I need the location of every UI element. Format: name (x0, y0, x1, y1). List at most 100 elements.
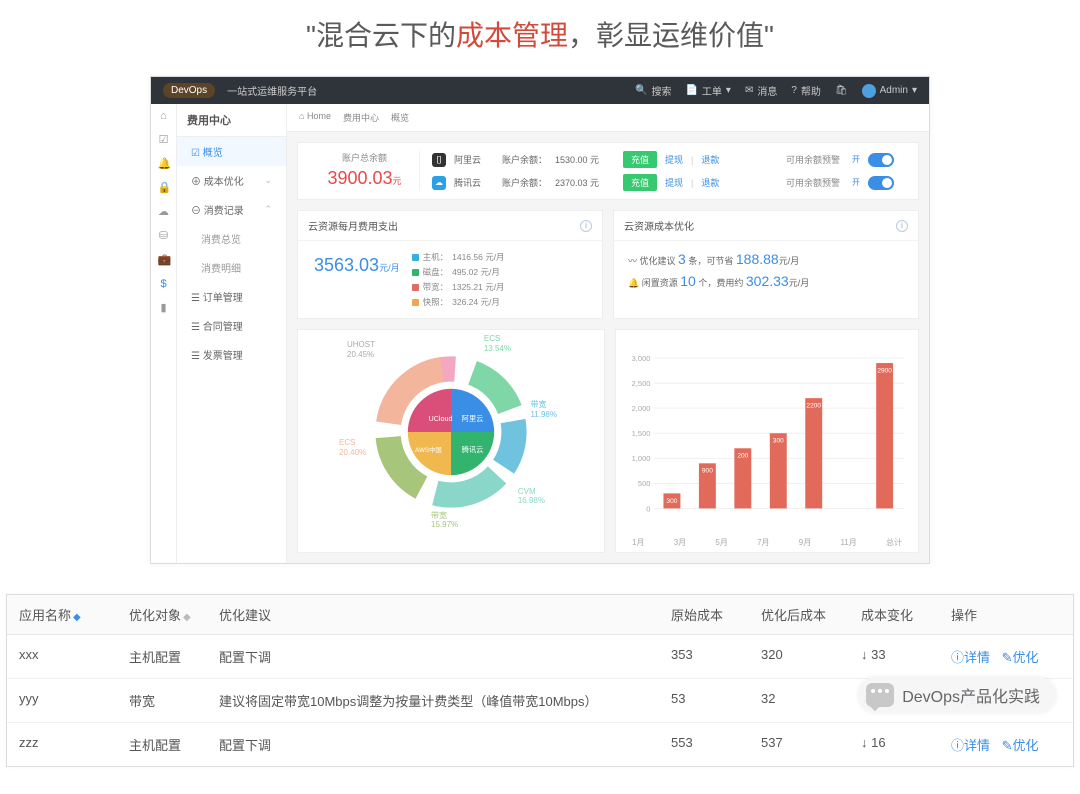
tencent-icon: ☁ (432, 176, 446, 190)
svg-text:2900: 2900 (877, 367, 892, 374)
rail-home-icon[interactable]: ⌂ (158, 110, 170, 122)
cell-original: 353 (671, 647, 761, 666)
main-content: ⌂ Home 费用中心 概览 账户总余额 3900.03元 [] 阿里云 账户余 (287, 104, 929, 563)
withdraw-link-tencent[interactable]: 提现 (665, 176, 683, 189)
rail-check-icon[interactable]: ☑ (158, 134, 170, 146)
sort-icon: ◆ (183, 612, 191, 623)
sidebar-item-orders[interactable]: ☰ 订单管理 (177, 282, 286, 311)
rail-case-icon[interactable]: 💼 (158, 254, 170, 266)
sidebar-item-invoices[interactable]: ☰ 发票管理 (177, 340, 286, 369)
cell-app: yyy (19, 691, 129, 710)
svg-text:3,000: 3,000 (632, 354, 651, 363)
avatar-icon (862, 84, 876, 98)
th-delta: 成本变化 (861, 605, 951, 624)
logo[interactable]: DevOps (163, 83, 215, 98)
page-hero-title: "混合云下的成本管理，彰显运维价值" (0, 0, 1080, 76)
withdraw-link-aliyun[interactable]: 提现 (665, 153, 683, 166)
expense-legend: 主机：1416.56 元/月 磁盘：495.02 元/月 带宽：1325.21 … (412, 251, 505, 308)
refund-link-tencent[interactable]: 退款 (701, 176, 719, 189)
recharge-button-tencent[interactable]: 充值 (623, 174, 657, 191)
sidebar-item-consume-detail[interactable]: 消费明细 (177, 253, 286, 282)
sidebar-item-contracts[interactable]: ☰ 合同管理 (177, 311, 286, 340)
nav-ticket[interactable]: 📄 工单 ▾ (685, 83, 730, 98)
optimize-link[interactable]: ✎优化 (1002, 650, 1039, 665)
optimize-line-idle: 🔔 闲置资源 10 个，费用约 302.33元/月 (628, 273, 904, 289)
donut-label-bw2: 带宽15.97% (431, 511, 458, 530)
rail-db-icon[interactable]: ⛁ (158, 230, 170, 242)
th-suggestion: 优化建议 (219, 605, 671, 624)
table-row: zzz 主机配置 配置下调 553 537 ↓ 16 ⓘ详情 ✎优化 (7, 723, 1073, 766)
svg-text:UCloud: UCloud (429, 414, 453, 423)
nav-help[interactable]: ? 帮助 (791, 83, 821, 98)
sidebar-item-cost-optimize[interactable]: ⊕ 成本优化⌄ (177, 166, 286, 195)
alert-toggle-aliyun[interactable] (868, 153, 894, 167)
aliyun-icon: [] (432, 153, 446, 167)
rail-bell-icon[interactable]: 🔔 (158, 158, 170, 170)
chevron-up-icon: ⌃ (264, 204, 272, 215)
nav-search[interactable]: 🔍 搜索 (635, 83, 671, 98)
donut-label-cvm: CVM16.98% (518, 487, 545, 506)
donut-label-bw1: 带宽11.98% (530, 400, 557, 419)
sidebar-item-consume-summary[interactable]: 消费总览 (177, 224, 286, 253)
balance-row-aliyun: [] 阿里云 账户余额：1530.00 元 充值 提现 | 退款 可用余额预警 … (432, 151, 894, 168)
rail-chart-icon[interactable]: ▮ (158, 302, 170, 314)
cell-delta: ↓ 16 (861, 735, 951, 754)
balance-card: 账户总余额 3900.03元 [] 阿里云 账户余额：1530.00 元 充值 … (297, 142, 919, 200)
wechat-watermark: DevOps产品化实践 (858, 677, 1056, 713)
breadcrumb-home[interactable]: ⌂ Home (299, 111, 331, 124)
cell-obj: 带宽 (129, 691, 219, 710)
donut-label-ecs1: ECS13.54% (484, 334, 511, 353)
bar-x-axis: 1月3月5月7月9月11月总计 (626, 535, 908, 548)
breadcrumb: ⌂ Home 费用中心 概览 (287, 104, 929, 132)
sidebar-item-overview[interactable]: ☑ 概览 (177, 137, 286, 166)
top-bar: DevOps 一站式运维服务平台 🔍 搜索 📄 工单 ▾ ✉ 消息 ? 帮助 🛍… (151, 77, 929, 104)
refund-link-aliyun[interactable]: 退款 (701, 153, 719, 166)
svg-text:900: 900 (702, 468, 713, 475)
donut-chart-card: UCloud 阿里云 腾讯云 AWS中国 UHOST20.45% ECS13.5… (297, 329, 605, 553)
icon-rail: ⌂ ☑ 🔔 🔒 ☁ ⛁ 💼 $ ▮ (151, 104, 177, 563)
nav-user[interactable]: Admin ▾ (862, 84, 917, 98)
detail-link[interactable]: ⓘ详情 (951, 738, 990, 753)
th-obj[interactable]: 优化对象◆ (129, 605, 219, 624)
rail-lock-icon[interactable]: 🔒 (158, 182, 170, 194)
cell-after: 32 (761, 691, 861, 710)
svg-text:1,500: 1,500 (632, 429, 651, 438)
detail-link[interactable]: ⓘ详情 (951, 650, 990, 665)
platform-subtitle: 一站式运维服务平台 (227, 83, 317, 98)
bar-chart-card: 05001,0001,5002,0002,5003,00030090020030… (615, 329, 919, 553)
cell-app: zzz (19, 735, 129, 754)
nav-cart[interactable]: 🛍 (835, 85, 848, 96)
svg-text:200: 200 (737, 453, 748, 460)
nav-messages[interactable]: ✉ 消息 (745, 83, 777, 98)
th-ops: 操作 (951, 605, 1061, 624)
toggle-label-1: 可用余额预警 (786, 153, 840, 166)
info-icon[interactable]: i (896, 220, 908, 232)
svg-text:300: 300 (773, 438, 784, 445)
info-icon[interactable]: i (580, 220, 592, 232)
svg-text:2200: 2200 (806, 403, 821, 410)
rail-dollar-icon[interactable]: $ (158, 278, 170, 290)
balance-label: 账户总余额 (310, 151, 419, 164)
th-original: 原始成本 (671, 605, 761, 624)
cell-after: 537 (761, 735, 861, 754)
expense-amount: 3563.03元/月 (308, 251, 412, 308)
cell-after: 320 (761, 647, 861, 666)
recharge-button-aliyun[interactable]: 充值 (623, 151, 657, 168)
svg-text:2,500: 2,500 (632, 379, 651, 388)
rail-cloud-icon[interactable]: ☁ (158, 206, 170, 218)
donut-label-uhost: UHOST20.45% (347, 340, 375, 359)
sidebar-item-consume-record[interactable]: ⊖ 消费记录⌃ (177, 195, 286, 224)
th-app[interactable]: 应用名称◆ (19, 605, 129, 624)
toggle-label-2: 可用余额预警 (786, 176, 840, 189)
svg-text:500: 500 (638, 479, 651, 488)
bar-chart: 05001,0001,5002,0002,5003,00030090020030… (626, 342, 908, 532)
svg-text:0: 0 (646, 504, 650, 513)
svg-text:AWS中国: AWS中国 (415, 445, 442, 454)
sidebar-title: 费用中心 (177, 104, 286, 137)
optimize-title: 云资源成本优化 (624, 218, 694, 233)
breadcrumb-mid[interactable]: 费用中心 (343, 111, 379, 124)
alert-toggle-tencent[interactable] (868, 176, 894, 190)
balance-row-tencent: ☁ 腾讯云 账户余额：2370.03 元 充值 提现 | 退款 可用余额预警 开 (432, 174, 894, 191)
svg-text:300: 300 (666, 498, 677, 505)
optimize-link[interactable]: ✎优化 (1002, 738, 1039, 753)
